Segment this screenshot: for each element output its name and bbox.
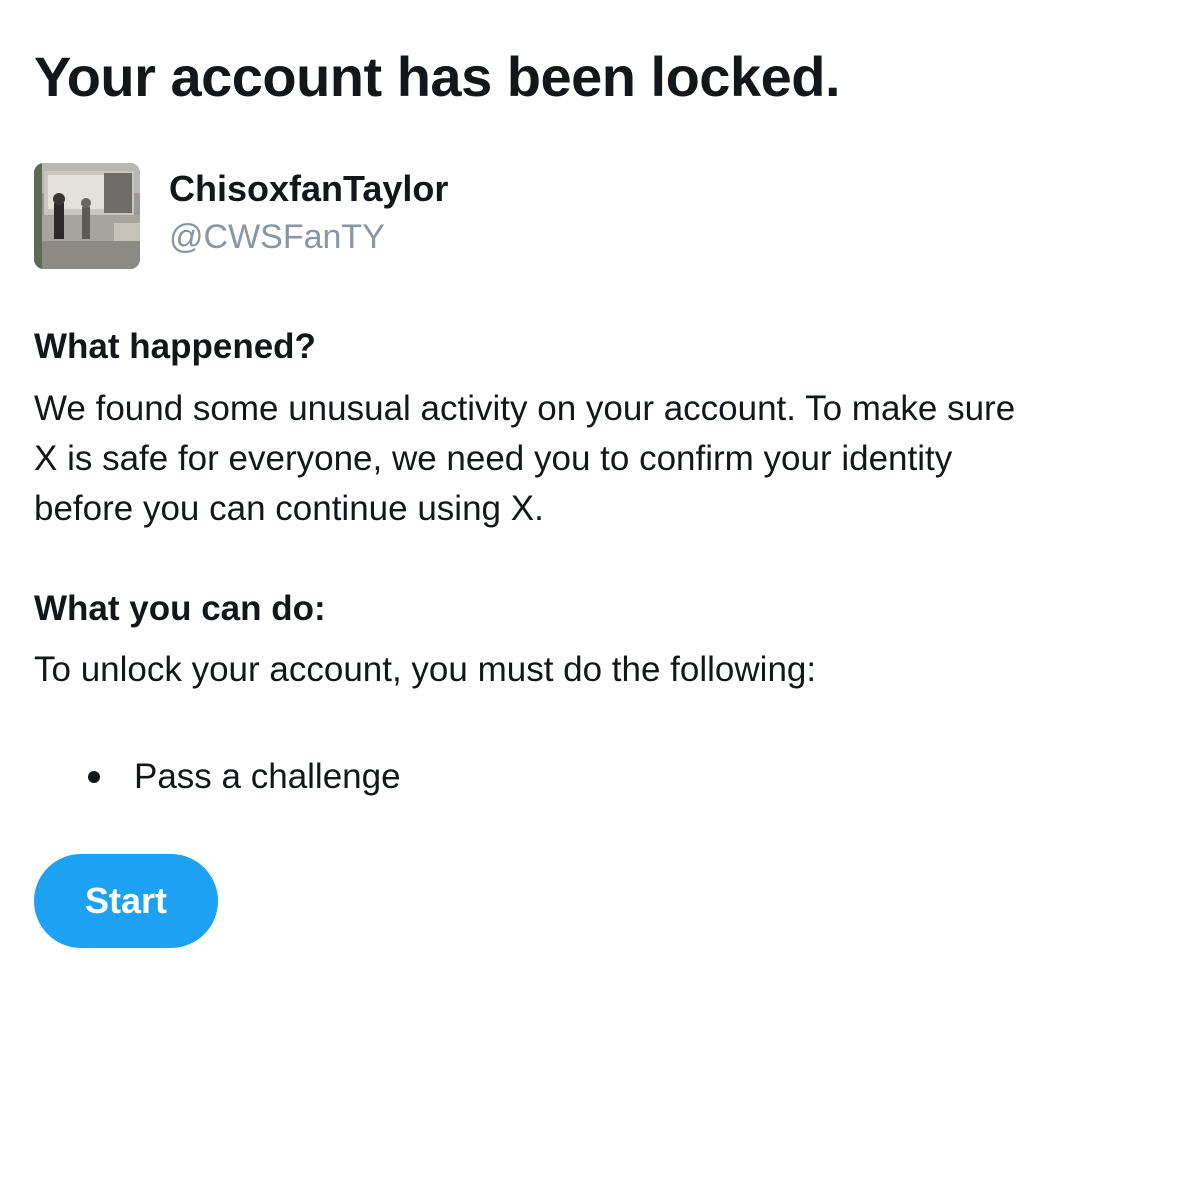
step-label: Pass a challenge — [134, 757, 401, 796]
page-title: Your account has been locked. — [34, 45, 841, 108]
what-you-can-do-text: To unlock your account, you must do the … — [34, 650, 817, 689]
what-you-can-do-heading: What you can do: — [34, 589, 326, 628]
profile-photo-icon — [34, 163, 140, 269]
account-card: ChisoxfanTaylor @CWSFanTY — [34, 163, 834, 271]
avatar — [34, 163, 140, 269]
account-display-name: ChisoxfanTaylor — [169, 168, 449, 209]
what-happened-line: before you can continue using X. — [34, 489, 544, 528]
what-happened-heading: What happened? — [34, 327, 316, 366]
steps-list: Pass a challenge — [88, 752, 401, 802]
what-happened-line: We found some unusual activity on your a… — [34, 389, 1016, 428]
account-handle: @CWSFanTY — [169, 218, 385, 256]
list-item: Pass a challenge — [88, 752, 401, 802]
what-happened-text: We found some unusual activity on your a… — [34, 384, 1174, 534]
start-button[interactable]: Start — [34, 854, 218, 948]
bullet-icon — [88, 771, 100, 783]
what-happened-line: X is safe for everyone, we need you to c… — [34, 439, 953, 478]
